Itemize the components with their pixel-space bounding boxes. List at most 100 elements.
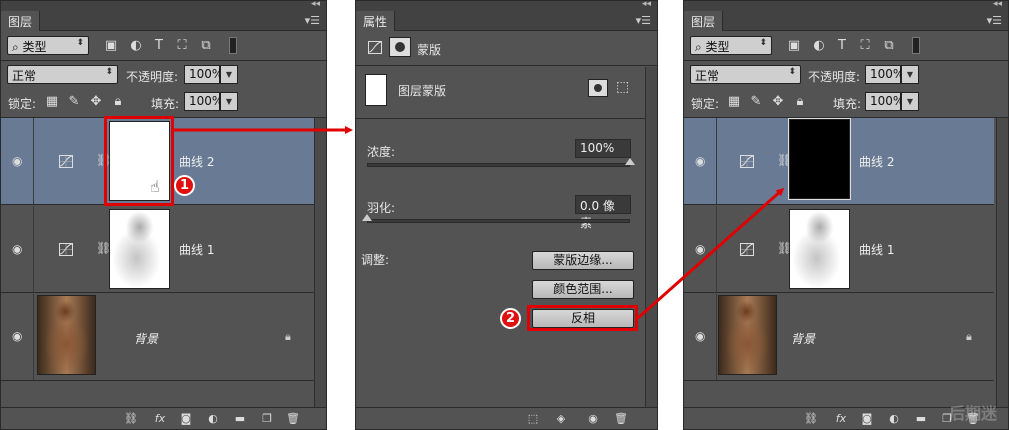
opacity-input[interactable]: 100% [865,65,904,84]
eye-icon[interactable]: ◉ [12,154,24,168]
photo-thumbnail[interactable] [718,295,777,375]
layer-mask-thumbnail[interactable] [109,209,170,289]
lock-icon: 🔒︎ [285,330,291,343]
add-mask-icon[interactable]: ◙ [179,412,193,425]
visibility-icon[interactable]: ◉ [586,412,600,425]
fill-dropdown[interactable]: ▼ [901,92,919,111]
shape-filter-icon[interactable]: ⛶ [175,39,189,53]
filter-toggle-switch[interactable] [229,37,237,54]
curves-mode-icon[interactable] [368,41,382,54]
eye-icon[interactable]: ◉ [12,242,24,256]
smartobject-filter-icon[interactable]: ⧉ [882,39,896,53]
scrollbar[interactable] [645,67,657,407]
eye-icon[interactable]: ◉ [695,154,707,168]
pixel-filter-icon[interactable]: ▣ [787,39,801,53]
eye-icon[interactable]: ◉ [12,329,24,343]
pixel-filter-icon[interactable]: ▣ [104,39,118,53]
tab-layers[interactable]: 图层 [684,11,724,31]
vector-mask-icon[interactable]: ⬚ [616,79,629,95]
layer-mask-thumbnail[interactable] [788,118,851,200]
color-range-button[interactable]: 颜色范围... [532,280,634,299]
layer-name[interactable]: 曲线 2 [179,153,214,170]
mask-mode-icon[interactable] [389,37,411,57]
smartobject-filter-icon[interactable]: ⧉ [199,39,213,53]
collapse-icon[interactable]: ◂◂ [642,1,651,9]
collapse-icon[interactable]: ◂◂ [311,1,320,9]
layer-row-background[interactable]: ◉ 背景 🔒︎ [684,294,994,381]
panel-menu-icon[interactable]: ▾☰ [987,14,1002,27]
lock-move-icon[interactable]: ✥ [771,95,785,109]
shape-filter-icon[interactable]: ⛶ [858,39,872,53]
tab-properties[interactable]: 属性 [356,11,396,31]
add-mask-icon[interactable]: ◙ [860,412,874,425]
folder-icon[interactable]: ▬ [233,412,247,425]
panel-menu-icon[interactable]: ▾☰ [636,14,651,27]
eye-icon[interactable]: ◉ [695,242,707,256]
layer-name[interactable]: 背景 [134,330,158,347]
layer-name[interactable]: 曲线 2 [859,153,894,170]
opacity-dropdown[interactable]: ▼ [220,65,238,84]
photo-thumbnail[interactable] [37,295,96,375]
lock-all-icon[interactable]: 🔒︎ [111,95,125,109]
layer-name[interactable]: 曲线 1 [179,241,214,258]
layer-name[interactable]: 曲线 1 [859,241,894,258]
fill-label: 填充: [833,97,862,111]
type-filter-icon[interactable]: T [152,39,166,53]
filter-toggle-switch[interactable] [912,37,920,54]
blend-row: 正常 ⬍ 不透明度: 100% ▼ [684,61,1008,89]
lock-transparency-icon[interactable]: ▦ [727,95,741,109]
scrollbar[interactable] [996,118,1008,408]
link-layers-icon[interactable]: ⛓ [804,412,818,425]
feather-input[interactable]: 0.0 像素 [575,195,631,230]
adjustment-filter-icon[interactable]: ◐ [812,39,826,53]
panel-menu-icon[interactable]: ▾☰ [305,14,320,27]
lock-brush-icon[interactable]: ✎ [67,95,81,109]
filter-kind-select[interactable]: ⌕ 类型 ⬍ [690,36,772,55]
layer-row-curves1[interactable]: ◉ ⛓ 曲线 1 [684,206,994,293]
collapse-icon[interactable]: ◂◂ [993,1,1002,9]
new-adjustment-icon[interactable]: ◐ [887,412,901,425]
filter-kind-select[interactable]: ⌕ 类型 ⬍ [7,36,89,55]
fill-dropdown[interactable]: ▼ [220,92,238,111]
panel-top-strip: ◂◂ [1,1,326,11]
fx-icon[interactable]: fx [153,412,167,425]
fill-input[interactable]: 100% [184,92,223,111]
feather-slider-knob[interactable] [362,214,372,221]
layer-row-curves2[interactable]: ◉ ⛓ 曲线 2 [684,118,994,205]
scrollbar[interactable] [314,118,326,408]
blend-mode-select[interactable]: 正常 ⬍ [690,65,801,84]
type-filter-icon[interactable]: T [835,39,849,53]
layer-mask-thumbnail[interactable] [789,209,850,289]
link-layers-icon[interactable]: ⛓ [124,412,138,425]
fill-input[interactable]: 100% [865,92,904,111]
layer-name[interactable]: 背景 [791,330,815,347]
trash-icon[interactable]: 🗑︎ [286,412,300,425]
blend-mode-select[interactable]: 正常 ⬍ [7,65,118,84]
layer-row-curves1[interactable]: ◉ ⛓ 曲线 1 [1,206,315,293]
new-layer-icon[interactable]: ❐ [260,412,274,425]
folder-icon[interactable]: ▬ [914,412,928,425]
density-slider-knob[interactable] [625,158,635,165]
layer-row-background[interactable]: ◉ 背景 🔒︎ [1,294,315,381]
layers-panel-right: ◂◂ 图层 ▾☰ ⌕ 类型 ⬍ ▣ ◐ T ⛶ ⧉ 正常 ⬍ 不透明度: 100% … [683,0,1009,430]
new-adjustment-icon[interactable]: ◐ [206,412,220,425]
feather-slider[interactable] [367,219,630,223]
opacity-dropdown[interactable]: ▼ [901,65,919,84]
fx-icon[interactable]: fx [834,412,848,425]
lock-all-icon[interactable]: 🔒︎ [793,95,807,109]
mask-edge-button[interactable]: 蒙版边缘... [532,251,634,270]
trash-icon[interactable]: 🗑︎ [614,412,628,425]
filter-row: ⌕ 类型 ⬍ ▣ ◐ T ⛶ ⧉ [1,33,326,61]
lock-transparency-icon[interactable]: ▦ [45,95,59,109]
adjustment-filter-icon[interactable]: ◐ [129,39,143,53]
lock-brush-icon[interactable]: ✎ [749,95,763,109]
eye-icon[interactable]: ◉ [695,329,707,343]
pixel-mask-button[interactable] [588,79,608,97]
lock-move-icon[interactable]: ✥ [89,95,103,109]
apply-mask-icon[interactable]: ◈ [554,412,568,425]
opacity-input[interactable]: 100% [184,65,223,84]
density-input[interactable]: 100% [575,139,631,158]
density-slider[interactable] [367,163,630,167]
load-selection-icon[interactable]: ⬚ [526,412,540,425]
tab-layers[interactable]: 图层 [1,11,41,31]
